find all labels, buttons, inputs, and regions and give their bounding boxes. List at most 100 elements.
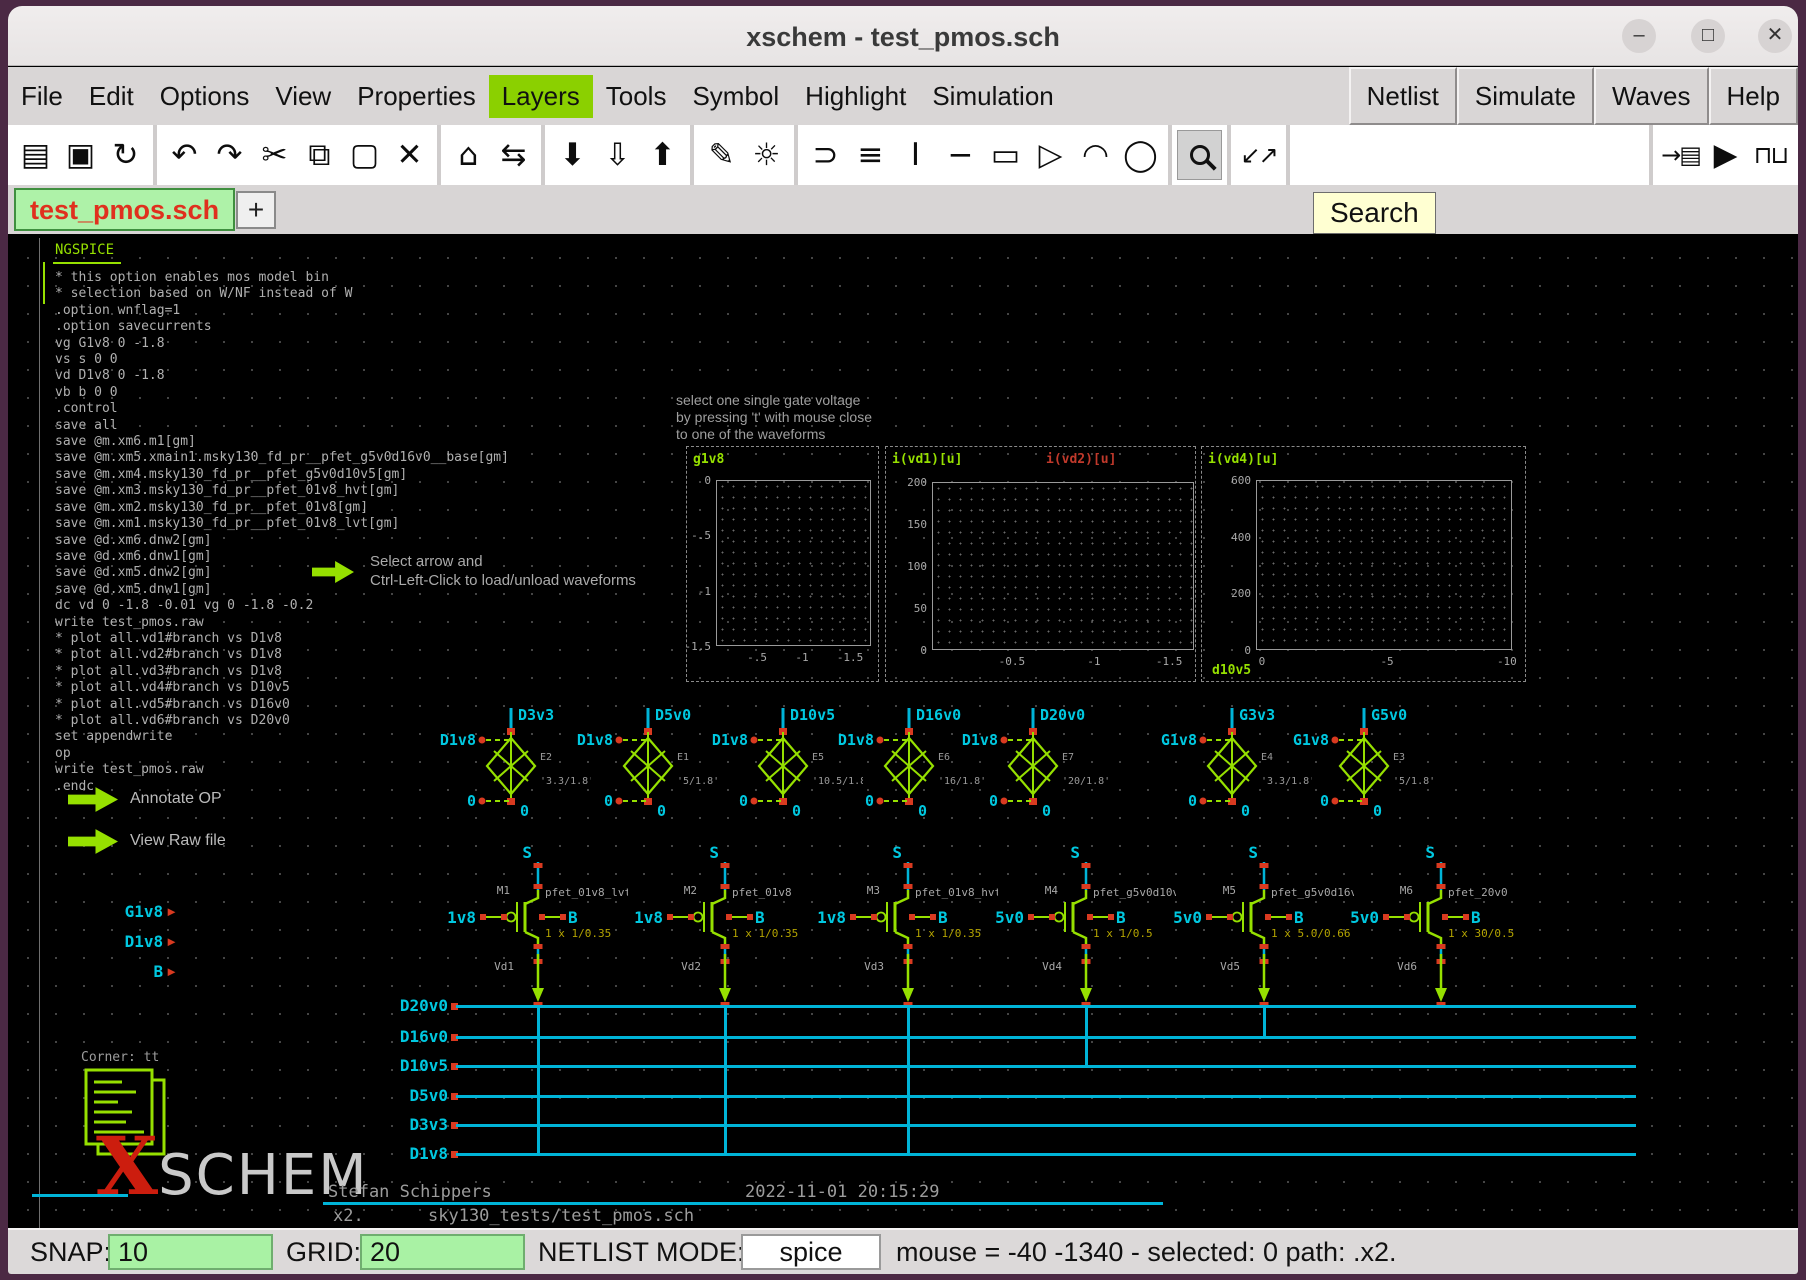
descend-schematic-icon[interactable]: ⬇ bbox=[550, 130, 595, 180]
maximize-button[interactable]: □ bbox=[1691, 19, 1725, 53]
polygon-icon[interactable]: ▷ bbox=[1028, 130, 1073, 180]
delete-icon[interactable]: ✕ bbox=[387, 130, 432, 180]
annotate-op-label[interactable]: Annotate OP bbox=[130, 790, 222, 808]
menu-item-symbol[interactable]: Symbol bbox=[679, 75, 792, 118]
plot-label[interactable]: i(vd1)[u] bbox=[892, 452, 962, 467]
bus-wire[interactable] bbox=[456, 1095, 1636, 1098]
level-shifter-symbol[interactable]: D3v3D1v800E2'3.3/1.8' bbox=[436, 704, 591, 824]
y-tick-label: 200 bbox=[887, 476, 927, 489]
menu-item-file[interactable]: File bbox=[8, 75, 76, 118]
drain-wire[interactable] bbox=[907, 1008, 910, 1154]
grid-input[interactable]: 20 bbox=[360, 1234, 525, 1270]
drain-wire[interactable] bbox=[537, 1008, 540, 1154]
pmos-symbol[interactable]: SG5v0M5pfet_g5v0d16v0B1 x 5.0/0.66Vd5 bbox=[1174, 842, 1354, 1010]
component-icon[interactable]: ⊃ bbox=[803, 130, 848, 180]
title-bar[interactable]: xschem - test_pmos.sch – □ ✕ bbox=[8, 6, 1798, 66]
zoom-extents-icon[interactable]: ↙↗ bbox=[1236, 130, 1281, 180]
undo-icon[interactable]: ↶ bbox=[162, 130, 207, 180]
menu-item-edit[interactable]: Edit bbox=[76, 75, 147, 118]
plot-label[interactable]: i(vd4)[u] bbox=[1208, 452, 1278, 467]
close-button[interactable]: ✕ bbox=[1758, 19, 1792, 53]
io-pin-b[interactable]: B► bbox=[68, 962, 178, 981]
netlist-button[interactable]: Netlist bbox=[1349, 67, 1457, 125]
hierarchy-icon[interactable]: ≡ bbox=[848, 130, 893, 180]
plot-label-2[interactable]: i(vd2)[u] bbox=[1046, 452, 1116, 467]
save-icon[interactable]: ▣ bbox=[58, 130, 103, 180]
toolbar-group: ⊃≡I−▭▷◠◯ bbox=[798, 125, 1168, 185]
level-shifter-symbol[interactable]: G5v0G1v800E3'5/1.8' bbox=[1289, 704, 1444, 824]
pmos-symbol[interactable]: SG1v8M1pfet_01v8_lvtB1 x 1/0.35Vd1 bbox=[448, 842, 628, 1010]
menu-item-layers[interactable]: Layers bbox=[489, 75, 593, 118]
io-pin-g1v8[interactable]: G1v8► bbox=[68, 902, 178, 921]
go-back-icon[interactable]: ⬆ bbox=[640, 130, 685, 180]
tab-test-pmos[interactable]: test_pmos.sch bbox=[14, 188, 235, 231]
waves-button[interactable]: Waves bbox=[1594, 67, 1709, 125]
menu-item-view[interactable]: View bbox=[262, 75, 344, 118]
bus-wire[interactable] bbox=[456, 1005, 1636, 1008]
pmos-symbol[interactable]: SG1v8M3pfet_01v8_hvtB1 x 1/0.35Vd3 bbox=[818, 842, 998, 1010]
rectangle-icon[interactable]: ▭ bbox=[983, 130, 1028, 180]
level-shifter-symbol[interactable]: D20v0D1v800E7'20/1.8' bbox=[958, 704, 1113, 824]
menu-item-properties[interactable]: Properties bbox=[344, 75, 489, 118]
io-pin-d1v8[interactable]: D1v8► bbox=[68, 932, 178, 951]
pmos-symbol[interactable]: SG5v0M6pfet_20v0B1 x 30/0.5Vd6 bbox=[1351, 842, 1531, 1010]
netlist-icon[interactable]: →▤ bbox=[1658, 130, 1703, 180]
bus-label[interactable]: D20v0 bbox=[378, 996, 448, 1015]
pmos-symbol[interactable]: SG5v0M4pfet_g5v0d10v5B1 x 1/0.5Vd4 bbox=[996, 842, 1176, 1010]
bus-label[interactable]: D1v8 bbox=[378, 1144, 448, 1163]
brush-icon[interactable]: ✎ bbox=[699, 130, 744, 180]
menu-item-options[interactable]: Options bbox=[147, 75, 263, 118]
view-raw-label[interactable]: View Raw file bbox=[130, 832, 226, 850]
svg-text:0: 0 bbox=[865, 792, 874, 810]
drain-wire[interactable] bbox=[1263, 1008, 1266, 1037]
plot-label[interactable]: g1v8 bbox=[693, 452, 724, 467]
waves-icon[interactable]: ⊓⊔ bbox=[1748, 130, 1793, 180]
swap-file-icon[interactable]: ⇆ bbox=[491, 130, 536, 180]
menu-item-simulation[interactable]: Simulation bbox=[919, 75, 1066, 118]
circle-icon[interactable]: ◯ bbox=[1118, 130, 1163, 180]
line-icon[interactable]: − bbox=[938, 130, 983, 180]
bus-wire[interactable] bbox=[456, 1153, 1636, 1156]
light-mode-icon[interactable]: ☼ bbox=[744, 130, 789, 180]
place-symbol-icon[interactable]: ⌂ bbox=[446, 130, 491, 180]
pmos-symbol[interactable]: SG1v8M2pfet_01v8B1 x 1/0.35Vd2 bbox=[635, 842, 815, 1010]
reload-icon[interactable]: ↻ bbox=[103, 130, 148, 180]
menu-item-highlight[interactable]: Highlight bbox=[792, 75, 919, 118]
snap-input[interactable]: 10 bbox=[108, 1234, 273, 1270]
bus-label[interactable]: D10v5 bbox=[378, 1056, 448, 1075]
menu-item-tools[interactable]: Tools bbox=[593, 75, 680, 118]
plot-sublabel[interactable]: d10v5 bbox=[1212, 663, 1251, 678]
descend-symbol-icon[interactable]: ⇩ bbox=[595, 130, 640, 180]
simulate-button[interactable]: Simulate bbox=[1457, 67, 1594, 125]
wire-icon[interactable]: I bbox=[893, 130, 938, 180]
cut-icon[interactable]: ✂ bbox=[252, 130, 297, 180]
arc-icon[interactable]: ◠ bbox=[1073, 130, 1118, 180]
netlist-mode-input[interactable]: spice bbox=[741, 1234, 881, 1270]
help-button[interactable]: Help bbox=[1709, 67, 1798, 125]
ngspice-label[interactable]: NGSPICE bbox=[55, 242, 114, 258]
paste-icon[interactable]: ▢ bbox=[342, 130, 387, 180]
schematic-canvas[interactable]: NGSPICE * this option enables mos model … bbox=[8, 234, 1798, 1236]
bus-label[interactable]: D16v0 bbox=[378, 1027, 448, 1046]
drain-wire[interactable] bbox=[1085, 1008, 1088, 1066]
level-shifter-symbol[interactable]: D5v0D1v800E1'5/1.8' bbox=[573, 704, 728, 824]
drain-wire[interactable] bbox=[724, 1008, 727, 1154]
bus-wire[interactable] bbox=[456, 1036, 1636, 1039]
bus-label[interactable]: D3v3 bbox=[378, 1115, 448, 1134]
bus-wire[interactable] bbox=[456, 1065, 1636, 1068]
bus-wire[interactable] bbox=[456, 1124, 1636, 1127]
view-raw-arrow-icon[interactable] bbox=[68, 828, 118, 855]
svg-text:0: 0 bbox=[989, 792, 998, 810]
minimize-button[interactable]: – bbox=[1622, 19, 1656, 53]
waveform-plot[interactable]: i(vd4)[u]60040020000-5-10d10v5 bbox=[1201, 446, 1526, 682]
author-text: Stefan Schippers bbox=[328, 1182, 492, 1202]
simulate-icon[interactable]: ▶ bbox=[1703, 130, 1748, 180]
new-tab-button[interactable]: + bbox=[236, 191, 276, 229]
search-icon[interactable] bbox=[1177, 130, 1222, 180]
copy-icon[interactable]: ⧉ bbox=[297, 130, 342, 180]
waveform-plot[interactable]: i(vd1)[u]i(vd2)[u]200150100500-0.5-1-1.5 bbox=[885, 446, 1196, 682]
open-file-icon[interactable]: ▤ bbox=[13, 130, 58, 180]
waveform-plot[interactable]: g1v80-.5-1-1.5-.5-1-1.5 bbox=[686, 446, 879, 682]
bus-label[interactable]: D5v0 bbox=[378, 1086, 448, 1105]
redo-icon[interactable]: ↷ bbox=[207, 130, 252, 180]
